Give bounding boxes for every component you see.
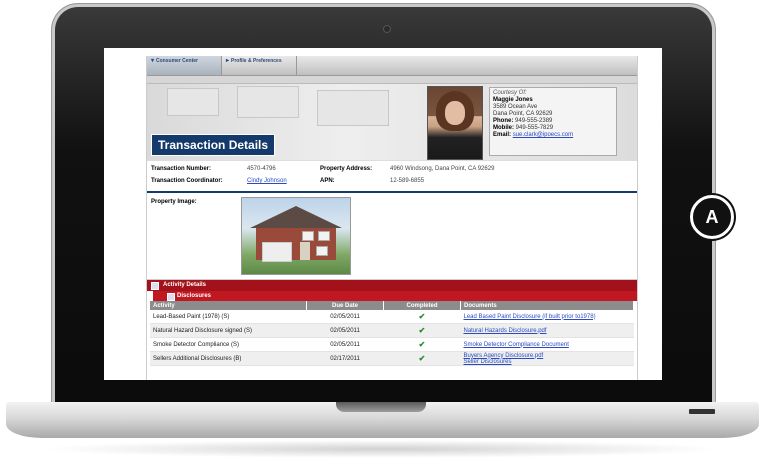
agent-mobile: 949-555-7829 [515, 125, 554, 131]
column-header: Due Date [306, 301, 384, 310]
callout-badge: A [690, 195, 734, 239]
coordinator-label: Transaction Coordinator: [151, 178, 223, 184]
banner-decoration [237, 86, 299, 118]
activity-cell: Smoke Detector Compliance (S) [150, 337, 307, 352]
phone-label: Phone: [493, 118, 514, 124]
table-header-row: Activity Due Date Completed Documents [150, 301, 634, 310]
column-header: Documents [460, 301, 634, 310]
house-door [300, 242, 310, 260]
property-image [241, 197, 351, 275]
agent-photo [427, 86, 483, 160]
banner-decoration [167, 88, 219, 116]
due-date-cell: 02/05/2011 [306, 323, 384, 338]
laptop-screen: ▾ Consumer Center ▸ Profile & Preference… [104, 48, 662, 380]
apn-label: APN: [320, 178, 335, 184]
photo-face [445, 101, 465, 125]
activity-details-header[interactable]: Activity Details [147, 280, 637, 291]
port-icon [689, 409, 715, 414]
agent-phone-row: Phone: 949-555-2389 [493, 118, 613, 125]
house-garage [262, 242, 292, 262]
document-links: Buyers Agency Disclosure.pdf Seller Disc… [460, 351, 634, 366]
document-link[interactable]: Smoke Detector Compliance Document [460, 337, 634, 352]
checkmark-icon: ✔ [383, 337, 461, 352]
laptop-hinge [336, 402, 426, 412]
agent-email-link[interactable]: sue.clark@ipoecs.com [513, 132, 573, 138]
due-date-cell: 02/05/2011 [306, 310, 384, 324]
chevron-down-icon: ▾ [151, 58, 155, 64]
mobile-label: Mobile: [493, 125, 514, 131]
agent-address-line2: Dana Point, CA 92629 [493, 111, 553, 117]
hero-banner: Transaction Details Courtesy Of: Maggie … [147, 84, 637, 160]
coordinator-link[interactable]: Cindy Johnson [247, 178, 287, 184]
courtesy-heading: Courtesy Of: [493, 90, 527, 96]
email-label: Email: [493, 132, 512, 138]
table-row: Natural Hazard Disclosure signed (S) 02/… [150, 323, 634, 338]
page-title: Transaction Details [151, 134, 276, 156]
activity-cell: Lead-Based Paint (1978) (S) [150, 310, 307, 324]
tab-label: Profile & Preferences [231, 58, 282, 64]
transaction-page: ▾ Consumer Center ▸ Profile & Preference… [146, 56, 638, 380]
property-address-label: Property Address: [320, 166, 373, 172]
property-address: 4960 Windsong, Dana Point, CA 92629 [390, 166, 495, 172]
header-band [147, 76, 637, 84]
house-window [318, 231, 330, 241]
property-section: Property Image: [147, 193, 637, 280]
agent-email-row: Email: sue.clark@ipoecs.com [493, 132, 613, 139]
agent-phone: 949-555-2389 [515, 118, 553, 124]
transaction-number-label: Transaction Number: [151, 166, 212, 172]
transaction-info: Transaction Number: 4570-4796 Transactio… [147, 160, 637, 193]
activity-table: Activity Due Date Completed Documents Le… [150, 301, 634, 366]
tab-consumer-center[interactable]: ▾ Consumer Center [147, 56, 222, 75]
checkmark-icon: ✔ [383, 351, 461, 366]
property-image-label: Property Image: [151, 199, 197, 205]
due-date-cell: 02/05/2011 [306, 337, 384, 352]
table-row: Sellers Additional Disclosures (B) 02/17… [150, 351, 634, 366]
column-header: Completed [383, 301, 461, 310]
transaction-number: 4570-4796 [247, 166, 276, 172]
agent-name: Maggie Jones [493, 97, 533, 103]
laptop-shadow [40, 440, 725, 458]
activity-details-label: Activity Details [163, 282, 207, 288]
checkmark-icon: ✔ [383, 323, 461, 338]
document-link[interactable]: Lead Based Paint Disclosure (if built pr… [460, 310, 634, 324]
column-header: Activity [150, 301, 307, 310]
chevron-right-icon: ▸ [226, 58, 230, 64]
agent-card: Courtesy Of: Maggie Jones 3589 Ocean Ave… [489, 87, 617, 156]
collapse-icon[interactable] [167, 293, 175, 301]
house-window [316, 246, 328, 256]
disclosures-header[interactable]: Disclosures [153, 291, 637, 301]
house-window [302, 231, 314, 241]
table-row: Lead-Based Paint (1978) (S) 02/05/2011 ✔… [150, 310, 634, 324]
tab-profile-preferences[interactable]: ▸ Profile & Preferences [222, 56, 297, 75]
activity-cell: Natural Hazard Disclosure signed (S) [150, 323, 307, 338]
checkmark-icon: ✔ [383, 310, 461, 324]
agent-mobile-row: Mobile: 949-555-7829 [493, 125, 613, 132]
activity-cell: Sellers Additional Disclosures (B) [150, 351, 307, 366]
table-row: Smoke Detector Compliance (S) 02/05/2011… [150, 337, 634, 352]
apn-value: 12-589-6855 [390, 178, 425, 184]
banner-decoration [317, 90, 389, 126]
top-tabs: ▾ Consumer Center ▸ Profile & Preference… [147, 56, 637, 76]
tab-label: Consumer Center [156, 58, 198, 64]
collapse-icon[interactable] [151, 282, 159, 290]
webcam-icon [384, 26, 390, 32]
due-date-cell: 02/17/2011 [306, 351, 384, 366]
document-link[interactable]: Seller Disclosures [464, 359, 631, 365]
disclosures-label: Disclosures [177, 293, 212, 299]
document-link[interactable]: Natural Hazards Disclosure.pdf [460, 323, 634, 338]
agent-address-line1: 3589 Ocean Ave [493, 104, 538, 110]
house-roof [250, 206, 342, 228]
